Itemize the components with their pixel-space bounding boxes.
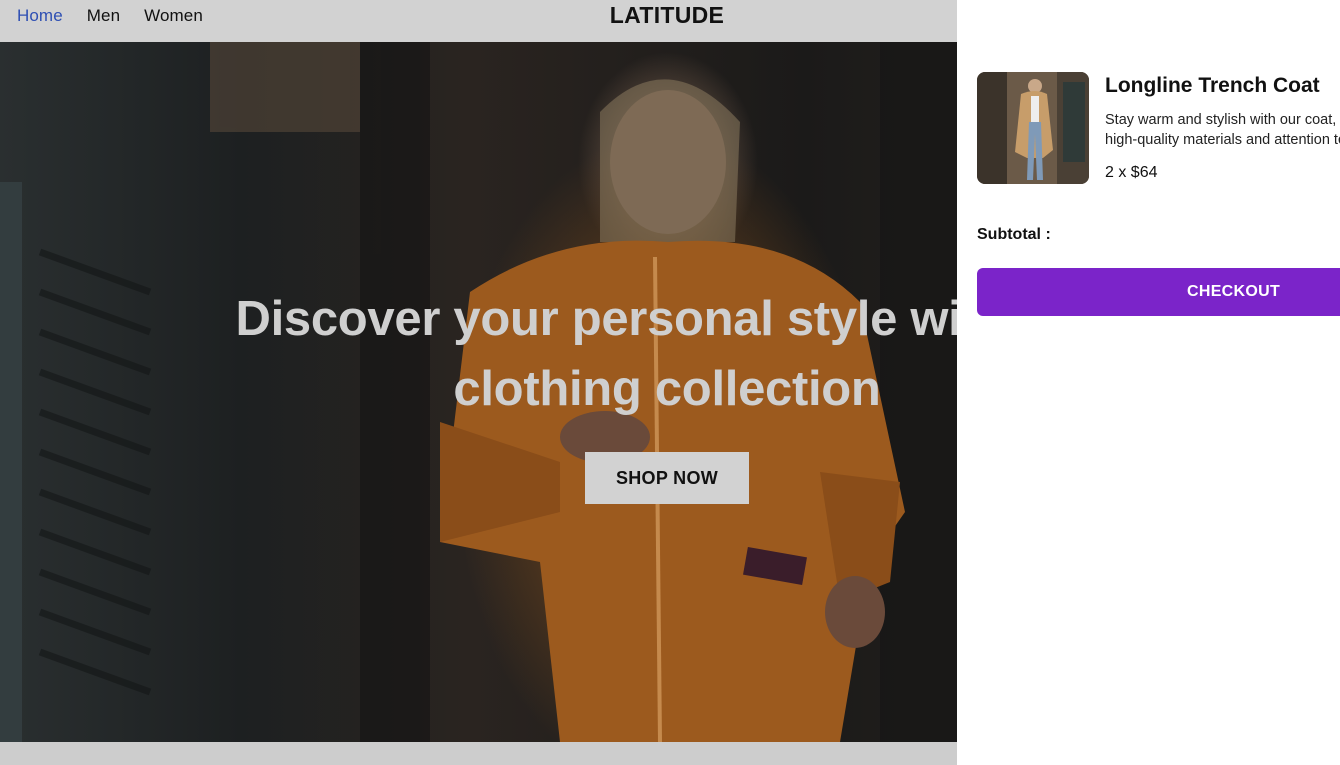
trench-coat-image xyxy=(977,72,1089,184)
shop-now-button[interactable]: SHOP NOW xyxy=(585,452,749,504)
cart-item-quantity-price: 2 x $64 xyxy=(1105,164,1158,181)
cart-item-name[interactable]: Longline Trench Coat xyxy=(1105,74,1320,98)
cart-drawer: Longline Trench Coat Stay warm and styli… xyxy=(957,0,1340,765)
checkout-button[interactable]: CHECKOUT xyxy=(977,268,1340,316)
cart-item-description: Stay warm and stylish with our coat, mad… xyxy=(1105,110,1340,150)
product-thumbnail[interactable] xyxy=(977,72,1089,184)
cart-item-description-line2: high-quality materials and attention to … xyxy=(1105,132,1340,148)
cart-item: Longline Trench Coat Stay warm and styli… xyxy=(977,72,1340,184)
cart-item-description-line1: Stay warm and stylish with our coat, mad… xyxy=(1105,112,1340,128)
subtotal-label: Subtotal : xyxy=(977,226,1051,243)
